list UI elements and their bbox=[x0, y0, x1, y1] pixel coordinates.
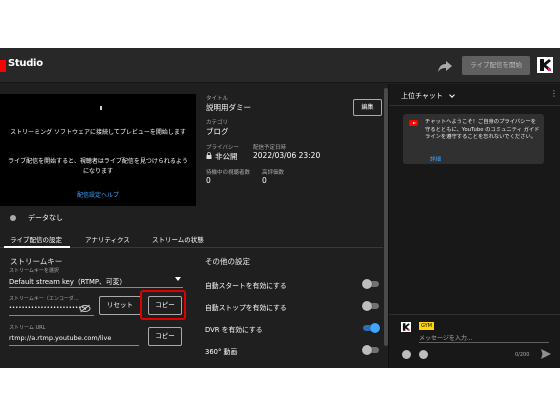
visibility-off-icon[interactable] bbox=[79, 304, 91, 313]
dvr-toggle[interactable] bbox=[363, 323, 380, 333]
preview-message: ストリーミング ソフトウェアに接続してプレビューを開始します bbox=[10, 129, 186, 136]
share-icon[interactable] bbox=[437, 58, 453, 74]
active-tab-indicator bbox=[4, 246, 70, 248]
stream-key-heading: ストリームキー bbox=[10, 257, 63, 266]
stream-key-field[interactable]: ストリームキー（エンコーダ... •••••••••••••••••••••••… bbox=[9, 295, 94, 316]
other-settings-heading: その他の設定 bbox=[205, 257, 250, 266]
chat-mode-select[interactable]: 上位チャット bbox=[401, 91, 443, 101]
dvr-label: DVR を有効にする bbox=[205, 326, 263, 334]
chevron-down-icon[interactable] bbox=[449, 92, 455, 98]
chat-header: 上位チャット ⋮ bbox=[389, 84, 560, 106]
stream-url-value: rtmp://a.rtmp.youtube.com/live bbox=[9, 334, 112, 342]
chat-input-area: GYM メッセージを入力... 0/200 bbox=[389, 314, 560, 368]
auto-start-toggle[interactable] bbox=[362, 279, 379, 289]
tab-analytics[interactable]: アナリティクス bbox=[85, 234, 130, 244]
title-label: タイトル bbox=[206, 96, 229, 102]
top-bar: Studio ライブ配信を開始 bbox=[0, 48, 560, 83]
category-label: カテゴリ bbox=[206, 120, 229, 126]
dropdown-caret-icon bbox=[175, 277, 181, 281]
scheduled-label: 配信予定日時 bbox=[253, 145, 287, 151]
likes-value: 0 bbox=[262, 176, 267, 185]
stream-key-masked-value: •••••••••••••••••••••••• bbox=[9, 305, 85, 311]
copy-button-highlight bbox=[140, 290, 186, 320]
stream-key-select-value: Default stream key（RTMP、可変） bbox=[9, 278, 127, 286]
stream-key-select[interactable]: ストリームキーを選択 Default stream key（RTMP、可変） bbox=[9, 267, 183, 288]
stream-url-field[interactable]: ストリーム URL rtmp://a.rtmp.youtube.com/live bbox=[9, 324, 139, 346]
go-live-button[interactable]: ライブ配信を開始 bbox=[462, 56, 530, 75]
reset-button[interactable]: リセット bbox=[99, 296, 141, 315]
youtube-logo-icon[interactable] bbox=[0, 60, 6, 72]
auto-start-label: 自動スタートを有効にする bbox=[205, 282, 287, 290]
channel-avatar-icon[interactable] bbox=[537, 57, 553, 73]
likes-label: 高評価数 bbox=[262, 170, 285, 176]
privacy-label: プライバシー bbox=[206, 145, 239, 151]
waiting-viewers-label: 待機中の視聴者数 bbox=[206, 170, 251, 176]
stream-preview: ストリーミング ソフトウェアに接続してプレビューを開始します ライブ配信を開始す… bbox=[0, 94, 196, 206]
privacy-value: 非公開 bbox=[215, 152, 238, 161]
chat-username-badge: GYM bbox=[419, 322, 434, 330]
category-value: ブログ bbox=[206, 127, 229, 136]
preview-submessage: ライブ配信を開始すると、視聴者はライブ配信を見つけられるようになります bbox=[8, 158, 188, 175]
studio-logo-text[interactable]: Studio bbox=[8, 58, 43, 69]
char-count: 0/200 bbox=[515, 352, 530, 358]
super-chat-icon[interactable] bbox=[419, 350, 428, 359]
tab-bar: ライブ配信の設定 アナリティクス ストリームの状態 bbox=[0, 228, 383, 248]
status-dot-icon bbox=[10, 215, 16, 221]
welcome-message: チャットへようこそ！ご自身のプライバシーを守るとともに、YouTube のコミュ… bbox=[425, 119, 540, 140]
more-options-icon[interactable]: ⋮ bbox=[550, 90, 558, 98]
auto-stop-label: 自動ストップを有効にする bbox=[205, 304, 287, 312]
loading-icon bbox=[100, 106, 102, 110]
auto-stop-toggle[interactable] bbox=[362, 301, 379, 311]
360-video-toggle[interactable] bbox=[362, 345, 379, 355]
user-avatar-icon bbox=[401, 322, 411, 332]
360-video-label: 360° 動画 bbox=[205, 348, 238, 356]
stream-status-text: データなし bbox=[28, 214, 63, 222]
lock-icon bbox=[206, 152, 212, 159]
app-window: Studio ライブ配信を開始 ストリーミング ソフトウェアに接続してプレビュー… bbox=[0, 48, 560, 368]
youtube-icon bbox=[409, 120, 418, 126]
chat-welcome-banner: チャットへようこそ！ご自身のプライバシーを守るとともに、YouTube のコミュ… bbox=[403, 114, 544, 164]
send-icon[interactable] bbox=[540, 348, 552, 360]
main-panel: ストリーミング ソフトウェアに接続してプレビューを開始します ライブ配信を開始す… bbox=[0, 84, 383, 368]
tab-stream-health[interactable]: ストリームの状態 bbox=[152, 234, 204, 244]
chat-message-input[interactable]: メッセージを入力... bbox=[419, 333, 549, 343]
waiting-viewers-value: 0 bbox=[206, 176, 211, 185]
learn-more-link[interactable]: 詳細 bbox=[430, 155, 441, 163]
live-chat-panel: 上位チャット ⋮ チャットへようこそ！ご自身のプライバシーを守るとともに、You… bbox=[388, 84, 560, 368]
copy-stream-url-button[interactable]: コピー bbox=[148, 327, 182, 346]
stream-setup-help-link[interactable]: 配信設定ヘルプ bbox=[8, 190, 188, 199]
title-value: 説明用ダミー bbox=[206, 103, 251, 112]
stream-key-field-label: ストリームキー（エンコーダ... bbox=[9, 296, 79, 302]
stream-url-label: ストリーム URL bbox=[9, 325, 46, 331]
scheduled-value: 2022/03/06 23:20 bbox=[253, 151, 321, 160]
edit-button[interactable]: 編集 bbox=[353, 99, 382, 116]
tab-stream-settings[interactable]: ライブ配信の設定 bbox=[10, 234, 62, 244]
stream-key-select-label: ストリームキーを選択 bbox=[9, 268, 59, 274]
emoji-icon[interactable] bbox=[402, 350, 411, 359]
